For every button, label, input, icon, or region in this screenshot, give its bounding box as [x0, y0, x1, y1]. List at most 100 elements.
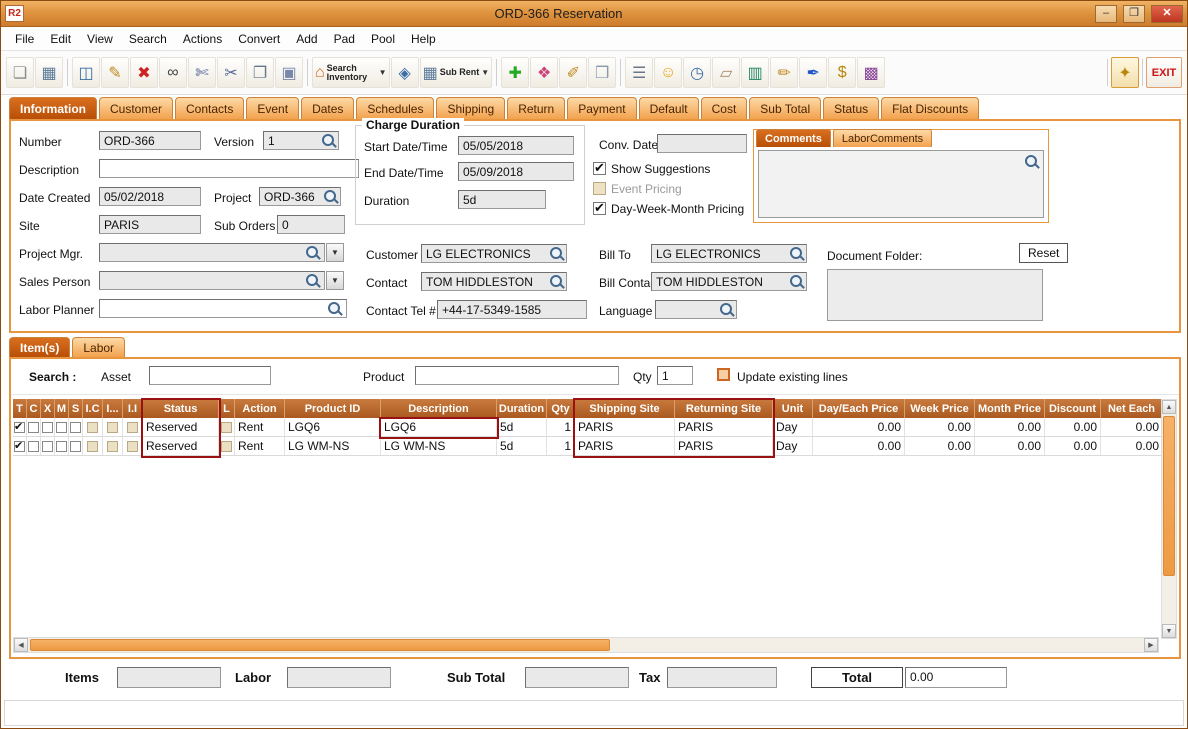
minimize-button[interactable]: –: [1095, 4, 1117, 23]
comments-search-icon[interactable]: [1024, 154, 1040, 170]
cell-shipping-site[interactable]: PARIS: [575, 437, 675, 455]
cell-m[interactable]: [55, 418, 69, 436]
close-button[interactable]: ✕: [1151, 4, 1183, 23]
cell-status[interactable]: Reserved: [143, 437, 219, 455]
tab-shipping[interactable]: Shipping: [436, 97, 506, 119]
notepad-icon[interactable]: ✏: [770, 57, 799, 88]
row-select-checkbox[interactable]: [14, 420, 25, 433]
cell-day-each-price[interactable]: 0.00: [813, 437, 905, 455]
copy-icon[interactable]: ❐: [246, 57, 274, 88]
cell-c[interactable]: [27, 437, 41, 455]
cell-returning-site[interactable]: PARIS: [675, 437, 773, 455]
find-binoculars-icon[interactable]: ∞: [159, 57, 187, 88]
number-field[interactable]: ORD-366: [99, 131, 201, 150]
sales-person-search-icon[interactable]: [305, 273, 321, 289]
row-checkbox[interactable]: [28, 440, 39, 452]
books-icon[interactable]: ▥: [741, 57, 770, 88]
menu-add[interactable]: Add: [288, 29, 325, 49]
contact-tel-field[interactable]: +44-17-5349-1585: [437, 300, 587, 319]
labor-planner-search-icon[interactable]: [327, 301, 343, 317]
cell-description[interactable]: LG WM-NS: [381, 437, 497, 455]
scroll-left-icon[interactable]: ◀: [14, 638, 28, 652]
tab-status[interactable]: Status: [823, 97, 880, 119]
cell-s[interactable]: [69, 437, 83, 455]
tab-schedules[interactable]: Schedules: [356, 97, 435, 119]
project-mgr-dropdown-icon[interactable]: ▼: [326, 243, 344, 262]
tab-sub-total[interactable]: Sub Total: [749, 97, 822, 119]
tab-dates[interactable]: Dates: [301, 97, 355, 119]
cell-day-each-price[interactable]: 0.00: [813, 418, 905, 436]
row-checkbox[interactable]: [42, 421, 53, 433]
cube-icon[interactable]: ▩: [857, 57, 886, 88]
end-date-field[interactable]: 05/09/2018: [458, 162, 574, 181]
cell-month-price[interactable]: 0.00: [975, 418, 1045, 436]
tab-default[interactable]: Default: [638, 97, 699, 119]
horizontal-scroll-thumb[interactable]: [30, 639, 610, 651]
cell-product-id[interactable]: LG WM-NS: [285, 437, 381, 455]
time-clock-icon[interactable]: ◷: [683, 57, 712, 88]
cell-qty[interactable]: 1: [547, 437, 575, 455]
horizontal-scrollbar[interactable]: ◀ ▶: [13, 637, 1159, 653]
table-row[interactable]: ReservedRentLGQ6LGQ65d1PARISPARISDay0.00…: [13, 418, 1165, 437]
funnel-icon[interactable]: ◈: [390, 57, 419, 88]
update-existing-lines-checkbox[interactable]: [717, 368, 730, 381]
smiley-icon[interactable]: ☺: [654, 57, 683, 88]
cell-x[interactable]: [41, 437, 55, 455]
cell-action[interactable]: Rent: [235, 418, 285, 436]
bill-to-field[interactable]: LG ELECTRONICS: [651, 244, 807, 263]
comments-area[interactable]: [758, 150, 1044, 218]
cell-description[interactable]: LGQ6: [381, 418, 497, 436]
cell-c[interactable]: [27, 418, 41, 436]
delete-icon[interactable]: ✖: [130, 57, 158, 88]
contact-search-icon[interactable]: [549, 274, 565, 290]
sales-person-field[interactable]: [99, 271, 325, 290]
cell-month-price[interactable]: 0.00: [975, 437, 1045, 455]
vertical-scroll-thumb[interactable]: [1163, 416, 1175, 576]
row-select-checkbox[interactable]: [14, 439, 25, 452]
document-folder-area[interactable]: [827, 269, 1043, 321]
row-checkbox[interactable]: [56, 421, 67, 433]
tab-cost[interactable]: Cost: [700, 97, 748, 119]
row-checkbox[interactable]: [42, 440, 53, 452]
menu-pool[interactable]: Pool: [363, 29, 403, 49]
print-list-icon[interactable]: ☰: [625, 57, 654, 88]
show-suggestions-checkbox[interactable]: [593, 160, 606, 176]
tab-comments[interactable]: Comments: [756, 129, 831, 147]
new-document-icon[interactable]: ❏: [6, 57, 34, 88]
asset-input[interactable]: [149, 366, 271, 385]
project-mgr-field[interactable]: [99, 243, 325, 262]
cell-returning-site[interactable]: PARIS: [675, 418, 773, 436]
paste-icon[interactable]: ▣: [275, 57, 303, 88]
menu-file[interactable]: File: [7, 29, 42, 49]
duration-field[interactable]: 5d: [458, 190, 546, 209]
tab-event[interactable]: Event: [246, 97, 300, 119]
row-checkbox[interactable]: [28, 421, 39, 433]
date-created-field[interactable]: 05/02/2018: [99, 187, 201, 206]
customer-field[interactable]: LG ELECTRONICS: [421, 244, 567, 263]
cell-week-price[interactable]: 0.00: [905, 437, 975, 455]
customer-search-icon[interactable]: [549, 246, 565, 262]
cell-product-id[interactable]: LGQ6: [285, 418, 381, 436]
add-icon[interactable]: ✚: [501, 57, 530, 88]
menu-actions[interactable]: Actions: [175, 29, 230, 49]
row-checkbox[interactable]: [70, 421, 81, 433]
tab-item-s[interactable]: Item(s): [9, 337, 71, 357]
tab-labor[interactable]: Labor: [72, 337, 126, 357]
cell-shipping-site[interactable]: PARIS: [575, 418, 675, 436]
cell-discount[interactable]: 0.00: [1045, 418, 1101, 436]
table-row[interactable]: ReservedRentLG WM-NSLG WM-NS5d1PARISPARI…: [13, 437, 1165, 456]
language-search-icon[interactable]: [719, 302, 735, 318]
items-total-field[interactable]: [117, 667, 221, 688]
cell-duration[interactable]: 5d: [497, 418, 547, 436]
tax-field[interactable]: [667, 667, 777, 688]
bill-contact-search-icon[interactable]: [789, 274, 805, 290]
money-icon[interactable]: $: [828, 57, 857, 88]
magic-wand-icon[interactable]: ✦: [1111, 57, 1139, 88]
cell-unit[interactable]: Day: [773, 437, 813, 455]
cell-net-each[interactable]: 0.00: [1101, 437, 1163, 455]
memo-edit-icon[interactable]: ✐: [559, 57, 588, 88]
scroll-right-icon[interactable]: ▶: [1144, 638, 1158, 652]
key-icon[interactable]: ✒: [799, 57, 828, 88]
sub-total-field[interactable]: [525, 667, 629, 688]
product-input[interactable]: [415, 366, 619, 385]
